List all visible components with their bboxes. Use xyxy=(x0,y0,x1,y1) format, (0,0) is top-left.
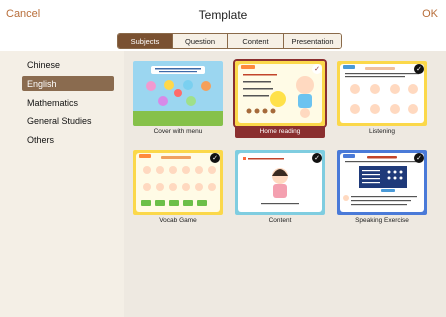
template-thumbnail: ✓ xyxy=(133,150,223,215)
check-icon: ✓ xyxy=(312,64,322,74)
sidebar-item-others[interactable]: Others xyxy=(22,132,114,147)
template-dialog: Cancel Template OK Subjects Question Con… xyxy=(0,0,446,317)
title-bar: Cancel Template OK xyxy=(0,0,446,31)
template-caption: Home reading xyxy=(259,128,301,135)
check-icon: ✓ xyxy=(210,153,220,163)
sidebar-item-general-studies[interactable]: General Studies xyxy=(22,113,114,128)
tab-bar: Subjects Question Content Presentation xyxy=(0,30,446,51)
template-thumbnail: ✓ xyxy=(337,61,427,126)
tab-subjects[interactable]: Subjects xyxy=(118,34,172,48)
cover-thumbnail-art xyxy=(133,61,223,126)
ok-button[interactable]: OK xyxy=(422,8,438,20)
check-icon: ✓ xyxy=(414,153,424,163)
sidebar-item-english[interactable]: English xyxy=(22,76,114,91)
template-thumbnail: ✓ xyxy=(235,150,325,215)
template-thumbnail: ✓ xyxy=(235,61,325,126)
template-caption: Content xyxy=(268,217,292,224)
sidebar-item-mathematics[interactable]: Mathematics xyxy=(22,95,114,110)
tab-content[interactable]: Content xyxy=(227,34,283,48)
dialog-title: Template xyxy=(198,8,248,22)
template-caption: Speaking Exercise xyxy=(355,217,409,224)
template-thumbnail: ✓ xyxy=(337,150,427,215)
template-caption: Listening xyxy=(368,128,396,135)
template-caption: Cover with menu xyxy=(153,128,203,135)
check-icon: ✓ xyxy=(414,64,424,74)
subject-sidebar: Chinese English Mathematics General Stud… xyxy=(0,51,121,317)
template-grid: Cover with menu ✓ Home reading ✓ Listeni… xyxy=(124,51,446,317)
tab-question[interactable]: Question xyxy=(172,34,227,48)
template-caption: Vocab Game xyxy=(159,217,197,224)
tab-presentation[interactable]: Presentation xyxy=(283,34,341,48)
check-icon: ✓ xyxy=(312,153,322,163)
segmented-tabs: Subjects Question Content Presentation xyxy=(117,33,342,49)
sidebar-item-chinese[interactable]: Chinese xyxy=(22,57,114,72)
template-thumbnail xyxy=(133,61,223,126)
